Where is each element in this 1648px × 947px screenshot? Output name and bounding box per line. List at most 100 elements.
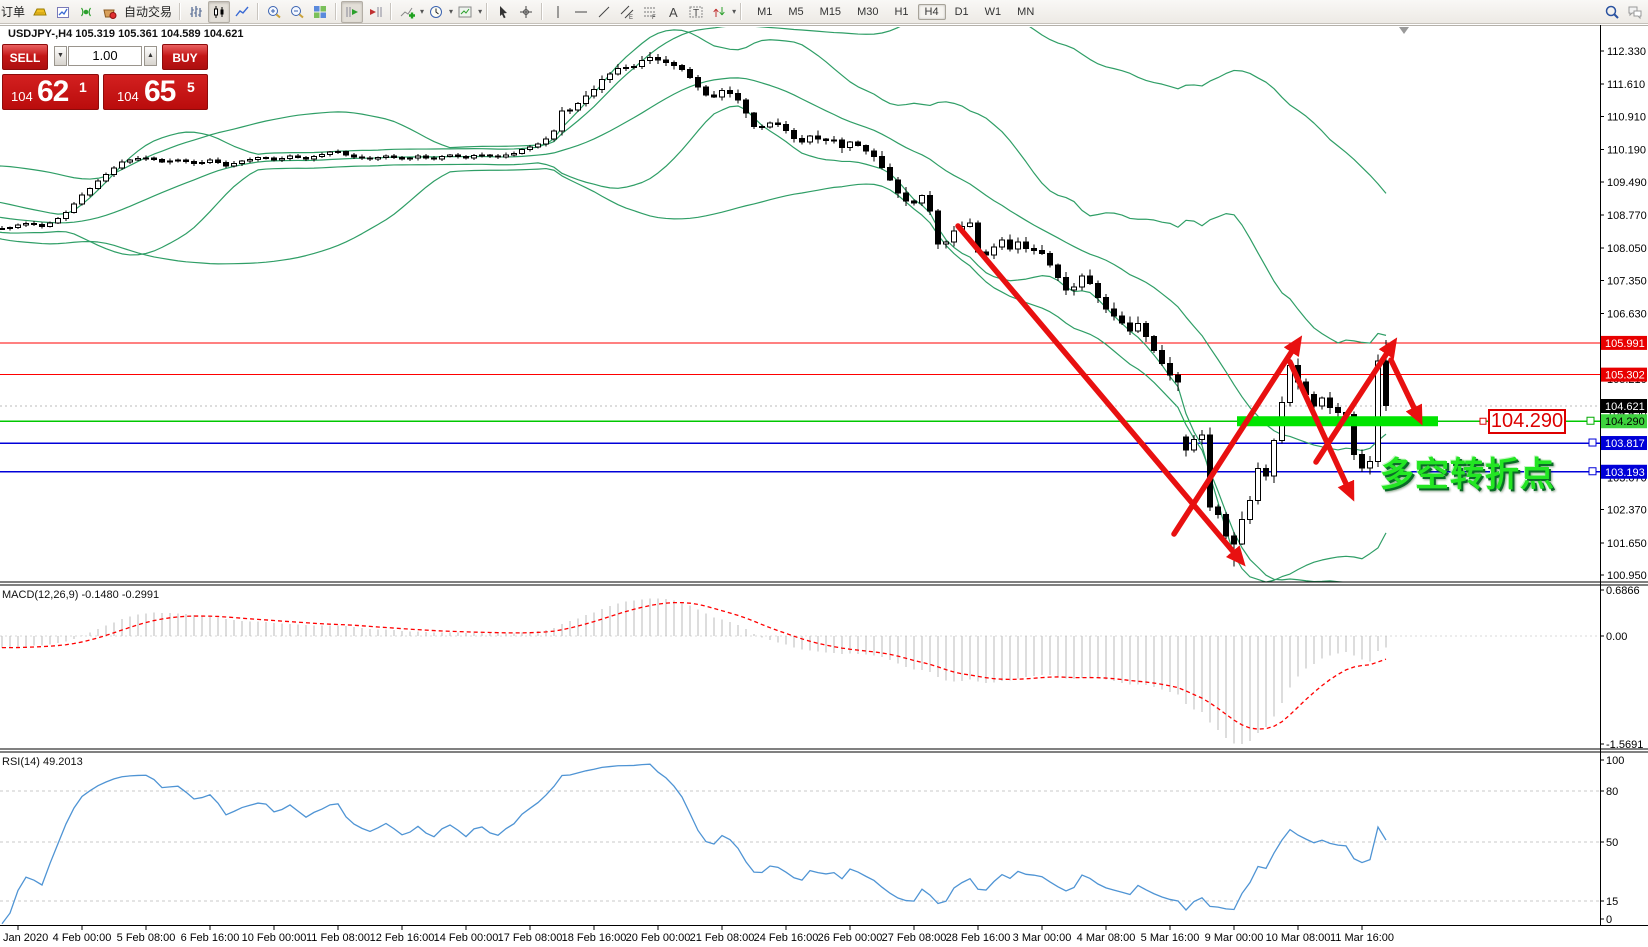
buy-button[interactable]: BUY — [162, 44, 208, 70]
candle — [816, 136, 821, 139]
horizontal-line-icon[interactable] — [570, 1, 592, 23]
sell-price-box[interactable]: 104 62 1 — [2, 74, 99, 110]
chart-publish-icon[interactable] — [52, 1, 74, 23]
candle — [1240, 519, 1245, 544]
candle — [176, 160, 181, 161]
text-icon[interactable]: A — [662, 1, 684, 23]
candle — [376, 158, 381, 159]
new-order-button[interactable]: 订单 — [0, 3, 28, 20]
arrows-icon[interactable] — [708, 1, 730, 23]
candle — [1336, 407, 1341, 412]
signal-icon[interactable] — [75, 1, 97, 23]
candlestick-chart-icon[interactable] — [208, 1, 230, 23]
candle — [72, 204, 77, 212]
cursor-icon[interactable] — [492, 1, 514, 23]
zoom-out-icon[interactable] — [286, 1, 308, 23]
time-tick-label: 18 Feb 16:00 — [562, 932, 627, 944]
periods-clock-icon[interactable] — [425, 1, 447, 23]
templates-dropdown-caret[interactable]: ▾ — [478, 7, 482, 16]
search-icon[interactable] — [1601, 1, 1623, 23]
candle — [936, 211, 941, 244]
sell-price-big: 62 — [37, 75, 68, 109]
tile-windows-icon[interactable] — [309, 1, 331, 23]
candle — [264, 158, 269, 159]
zoom-in-icon[interactable] — [263, 1, 285, 23]
price-tick-label: 109.490 — [1607, 177, 1647, 189]
timeframe-m15[interactable]: M15 — [813, 4, 848, 20]
fibonacci-icon[interactable]: F — [639, 1, 661, 23]
turning-point-annotation[interactable]: 多空转折点 — [1380, 447, 1555, 496]
timeframe-w1[interactable]: W1 — [978, 4, 1009, 20]
svg-text:A: A — [669, 5, 678, 20]
candle — [704, 87, 709, 95]
price-tick-label: 110.910 — [1607, 111, 1646, 123]
candle — [1040, 250, 1045, 253]
time-tick-label: 14 Feb 00:00 — [434, 932, 499, 944]
timeframe-h4[interactable]: H4 — [918, 4, 946, 20]
candle — [880, 157, 885, 168]
vertical-line-icon[interactable] — [547, 1, 569, 23]
sell-button[interactable]: SELL — [2, 44, 48, 70]
timeframe-d1[interactable]: D1 — [948, 4, 976, 20]
trendline-icon[interactable] — [593, 1, 615, 23]
candle — [1008, 240, 1013, 249]
gold-bar-icon[interactable] — [29, 1, 51, 23]
candle — [152, 158, 157, 159]
candle — [8, 228, 13, 229]
lot-decrease-button[interactable]: ▼ — [54, 46, 67, 66]
time-tick-label: 5 Feb 08:00 — [117, 932, 176, 944]
price-tick-label: 101.650 — [1607, 538, 1647, 550]
bar-chart-icon[interactable] — [185, 1, 207, 23]
candle — [864, 146, 869, 151]
auto-trading-button[interactable]: 自动交易 — [121, 3, 175, 20]
svg-text:104.621: 104.621 — [1605, 401, 1645, 413]
arrows-dropdown-caret[interactable]: ▾ — [732, 7, 736, 16]
candle — [904, 193, 909, 201]
candle — [616, 69, 621, 75]
candle — [168, 161, 173, 162]
indicators-dropdown-caret[interactable]: ▾ — [420, 7, 424, 16]
time-tick-label: 9 Mar 00:00 — [1205, 932, 1264, 944]
auto-trading-basket-icon[interactable] — [98, 1, 120, 23]
candle — [96, 181, 101, 188]
candle — [24, 223, 29, 225]
time-tick-label: 28 Feb 16:00 — [946, 932, 1011, 944]
periods-dropdown-caret[interactable]: ▾ — [449, 7, 453, 16]
price-level-callout[interactable]: 104.290 — [1488, 409, 1566, 434]
timeframe-h1[interactable]: H1 — [887, 4, 915, 20]
candle — [688, 70, 693, 78]
text-label-icon[interactable]: T — [685, 1, 707, 23]
candle — [1120, 316, 1125, 323]
time-tick-label: 11 Feb 08:00 — [306, 932, 370, 944]
timeframe-mn[interactable]: MN — [1010, 4, 1041, 20]
price-tick-label: 111.610 — [1607, 79, 1645, 91]
buy-price-box[interactable]: 104 65 5 — [103, 74, 208, 110]
candle — [232, 164, 237, 166]
candle — [32, 223, 37, 224]
candle — [920, 196, 925, 203]
candle — [992, 247, 997, 255]
candle — [480, 155, 485, 156]
crosshair-icon[interactable] — [515, 1, 537, 23]
lot-increase-button[interactable]: ▲ — [144, 46, 157, 66]
chart-templates-icon[interactable] — [454, 1, 476, 23]
sell-price-small: 104 — [11, 89, 33, 104]
lot-size-input[interactable]: 1.00 — [68, 46, 142, 66]
equidistant-channel-icon[interactable]: E — [616, 1, 638, 23]
line-chart-icon[interactable] — [231, 1, 253, 23]
timeframe-m1[interactable]: M1 — [750, 4, 779, 20]
candle — [632, 66, 637, 67]
indicators-add-icon[interactable] — [396, 1, 418, 23]
price-tick-label: 108.770 — [1607, 210, 1647, 222]
timeframe-m30[interactable]: M30 — [850, 4, 885, 20]
timeframe-m5[interactable]: M5 — [781, 4, 810, 20]
candle — [312, 157, 317, 160]
comments-icon[interactable] — [1624, 1, 1646, 23]
candle — [496, 156, 501, 157]
auto-scroll-icon[interactable] — [341, 1, 363, 23]
candle — [64, 212, 69, 218]
candle — [776, 123, 781, 125]
chart-shift-icon[interactable] — [364, 1, 386, 23]
candle — [1272, 440, 1277, 476]
candle — [968, 223, 973, 226]
